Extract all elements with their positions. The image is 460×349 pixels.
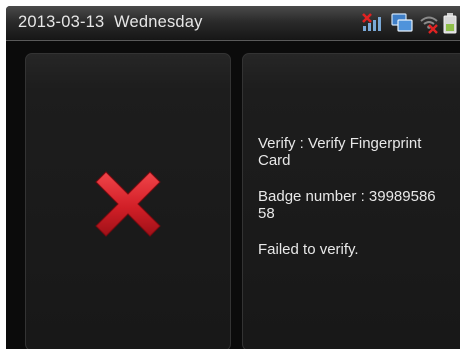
status-bar: 2013-03-13 Wednesday: [6, 6, 460, 41]
verify-result-message: Failed to verify.: [258, 241, 359, 258]
device-screen: 2013-03-13 Wednesday Verify: Verify Fin…: [6, 6, 460, 349]
main-area: Verify : Verify Fingerprint Card Badge n…: [6, 41, 460, 349]
result-icon-panel: [25, 53, 231, 349]
weekday-text: Wednesday: [113, 13, 203, 31]
status-icons: [360, 12, 460, 34]
verify-line-2: Card: [258, 152, 291, 169]
verify-line-1: Verify : Verify Fingerprint: [258, 135, 422, 152]
badge-number-line-1: Badge number : 39989586: [258, 188, 436, 205]
badge-number-line-2: 58: [258, 205, 275, 222]
red-x-icon: [88, 164, 168, 249]
status-date-time: 2013-03-13 Wednesday: [18, 13, 203, 32]
network-icon: [390, 12, 414, 39]
wifi-off-icon: [418, 12, 440, 39]
verify-info-panel: Verify : Verify Fingerprint Card Badge n…: [242, 53, 460, 349]
signal-off-icon: [360, 12, 386, 39]
date-weekday-gap: [104, 13, 114, 31]
battery-icon: [442, 12, 460, 39]
date-text: 2013-03-13: [18, 13, 105, 31]
